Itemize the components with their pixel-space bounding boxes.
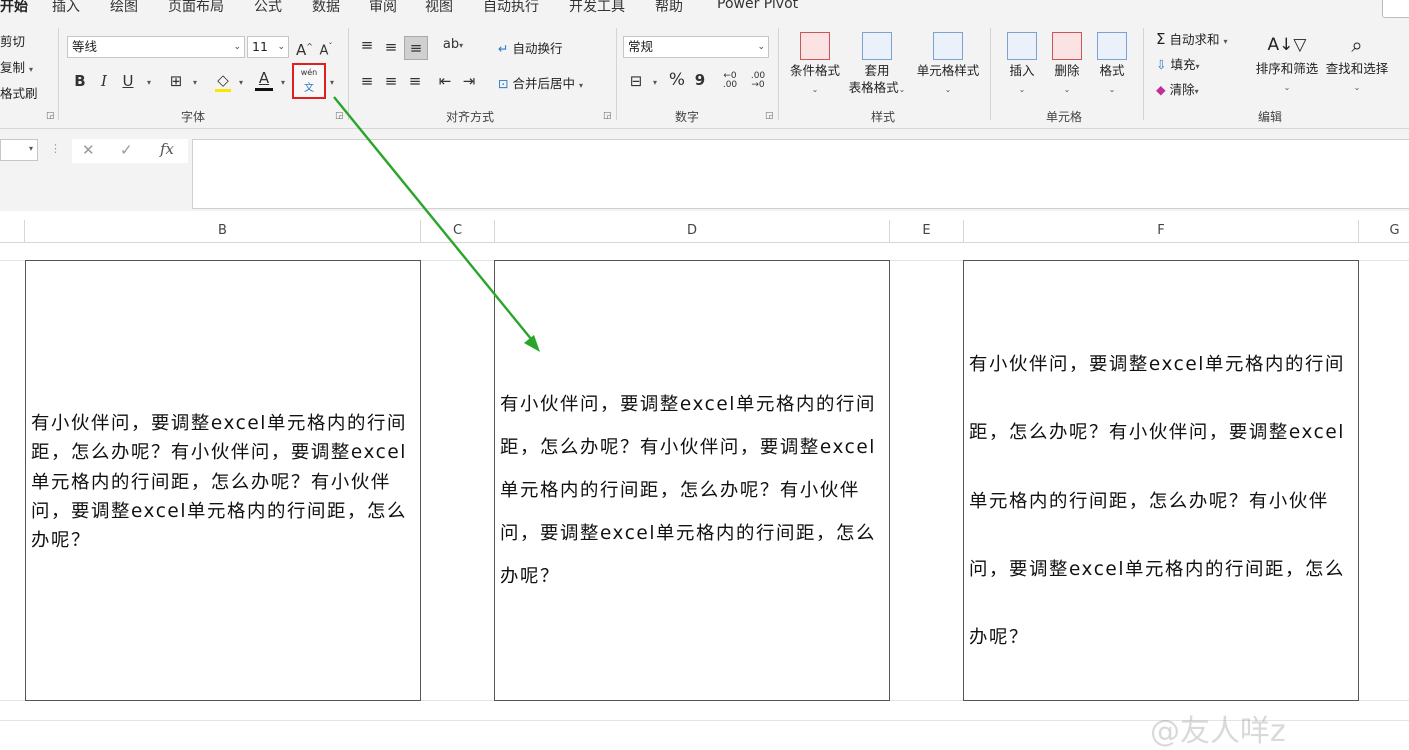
arrow-line — [333, 96, 537, 346]
watermark: @友人咩z — [1150, 714, 1286, 749]
annotation-arrow — [333, 96, 540, 352]
arrow-head — [524, 335, 540, 352]
